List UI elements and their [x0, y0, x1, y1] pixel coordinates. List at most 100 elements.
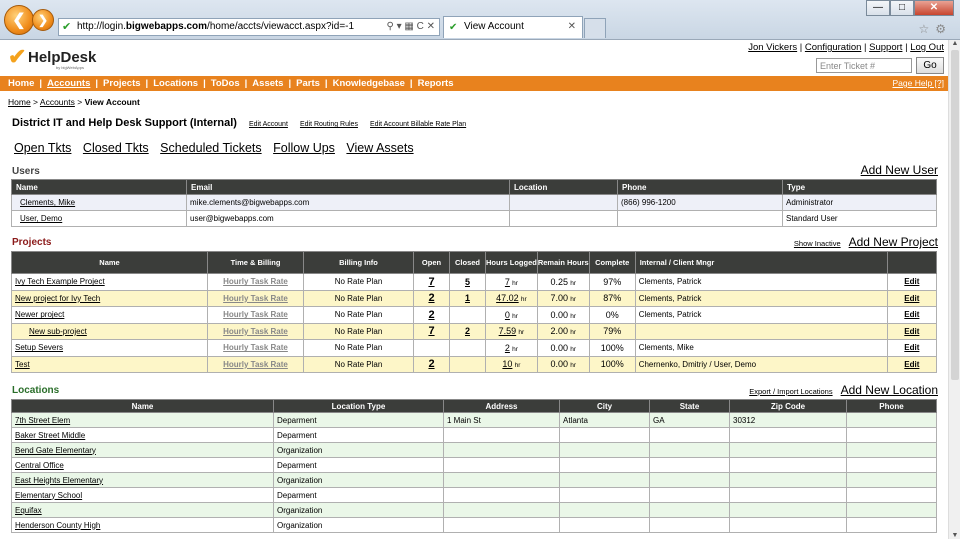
project-closed-cell	[449, 306, 486, 324]
open-tickets-link[interactable]: 7	[428, 325, 434, 337]
tab-open-tkts[interactable]: Open Tkts	[14, 141, 71, 155]
nav-home[interactable]: Home	[8, 78, 34, 89]
edit-project-link[interactable]: Edit	[904, 327, 919, 336]
nav-projects[interactable]: Projects	[103, 78, 141, 89]
new-tab-button[interactable]	[584, 18, 606, 38]
scroll-down-icon[interactable]: ▼	[949, 532, 960, 539]
close-window-button[interactable]: ✕	[914, 0, 954, 16]
open-tickets-link[interactable]: 2	[428, 358, 434, 370]
user-email: user@bigwebapps.com	[186, 210, 510, 227]
ticket-search-input[interactable]	[816, 58, 912, 73]
location-zip	[729, 517, 847, 533]
star-icon[interactable]: ☆	[918, 22, 935, 36]
location-zip	[729, 502, 847, 518]
tab-follow-ups[interactable]: Follow Ups	[273, 141, 335, 155]
location-name-link[interactable]: East Heights Elementary	[15, 476, 103, 485]
tab-closed-tkts[interactable]: Closed Tkts	[83, 141, 149, 155]
hourly-task-rate-link[interactable]: Hourly Task Rate	[223, 327, 288, 336]
address-bar[interactable]: ✔ http://login.bigwebapps.com/home/accts/…	[58, 18, 440, 36]
scroll-up-icon[interactable]: ▲	[949, 40, 960, 47]
location-name-link[interactable]: 7th Street Elem	[15, 416, 70, 425]
hours-logged-link[interactable]: 7	[505, 277, 510, 287]
tab-view-assets[interactable]: View Assets	[346, 141, 413, 155]
project-manager: Clements, Patrick	[634, 273, 888, 291]
hourly-task-rate-link[interactable]: Hourly Task Rate	[223, 294, 288, 303]
hourly-task-rate-link[interactable]: Hourly Task Rate	[223, 277, 288, 286]
hourly-task-rate-link[interactable]: Hourly Task Rate	[223, 310, 288, 319]
location-name-link[interactable]: Elementary School	[15, 491, 82, 500]
edit-routing-link[interactable]: Edit Routing Rules	[300, 121, 358, 128]
location-phone	[846, 472, 937, 488]
address-controls[interactable]: ⚲ ▾ ▦ C ✕	[386, 19, 435, 35]
go-button[interactable]: Go	[916, 57, 944, 74]
nav-todos[interactable]: ToDos	[211, 78, 240, 89]
minimize-button[interactable]: —	[866, 0, 890, 16]
hours-logged-link[interactable]: 7.59	[499, 326, 517, 336]
user-link[interactable]: Jon Vickers	[748, 42, 797, 53]
location-name-link[interactable]: Bend Gate Elementary	[15, 446, 96, 455]
project-manager: Clements, Patrick	[634, 306, 888, 324]
add-location-link[interactable]: Add New Location	[841, 383, 938, 397]
hours-logged-link[interactable]: 10	[502, 359, 512, 369]
hours-logged-link[interactable]: 2	[505, 343, 510, 353]
project-name-link[interactable]: Test	[15, 360, 30, 369]
closed-tickets-link[interactable]: 5	[465, 277, 470, 287]
breadcrumb-accounts[interactable]: Accounts	[40, 97, 75, 107]
user-name-link[interactable]: User, Demo	[20, 214, 62, 223]
nav-parts[interactable]: Parts	[296, 78, 320, 89]
open-tickets-link[interactable]: 2	[428, 309, 434, 321]
edit-project-link[interactable]: Edit	[904, 310, 919, 319]
closed-tickets-link[interactable]: 1	[465, 293, 470, 303]
location-name-link[interactable]: Henderson County High	[15, 521, 100, 530]
project-name-link[interactable]: New sub-project	[29, 327, 87, 336]
open-tickets-link[interactable]: 7	[428, 276, 434, 288]
nav-locations[interactable]: Locations	[153, 78, 198, 89]
gear-icon[interactable]: ⚙	[935, 22, 952, 36]
back-button[interactable]: ❮	[4, 5, 34, 35]
logout-link[interactable]: Log Out	[910, 42, 944, 53]
breadcrumb-home[interactable]: Home	[8, 97, 31, 107]
project-hours-logged: 7 hr	[485, 273, 538, 291]
support-link[interactable]: Support	[869, 42, 902, 53]
hourly-task-rate-link[interactable]: Hourly Task Rate	[223, 360, 288, 369]
edit-billable-link[interactable]: Edit Account Billable Rate Plan	[370, 121, 466, 128]
nav-reports[interactable]: Reports	[418, 78, 454, 89]
browser-tab[interactable]: ✔ View Account ✕	[443, 16, 583, 38]
show-inactive-link[interactable]: Show Inactive	[794, 239, 841, 248]
forward-button[interactable]: ❯	[32, 9, 54, 31]
hours-logged-link[interactable]: 0	[505, 310, 510, 320]
export-import-link[interactable]: Export / Import Locations	[749, 387, 832, 396]
project-name-link[interactable]: Ivy Tech Example Project	[15, 277, 105, 286]
nav-assets[interactable]: Assets	[252, 78, 283, 89]
edit-project-link[interactable]: Edit	[904, 360, 919, 369]
close-tab-icon[interactable]: ✕	[568, 17, 576, 37]
nav-knowledgebase[interactable]: Knowledgebase	[333, 78, 405, 89]
col-hours-logged: Hours Logged	[485, 251, 538, 274]
user-name-link[interactable]: Clements, Mike	[20, 198, 75, 207]
nav-accounts[interactable]: Accounts	[47, 78, 90, 89]
configuration-link[interactable]: Configuration	[805, 42, 862, 53]
hours-logged-link[interactable]: 47.02	[496, 293, 519, 303]
location-name-link[interactable]: Equifax	[15, 506, 42, 515]
project-name-link[interactable]: Newer project	[15, 310, 64, 319]
project-name-link[interactable]: New project for Ivy Tech	[15, 294, 100, 303]
edit-account-link[interactable]: Edit Account	[249, 121, 288, 128]
project-name-link[interactable]: Setup Severs	[15, 343, 63, 352]
closed-tickets-link[interactable]: 2	[465, 326, 470, 336]
location-name-cell: Equifax	[11, 502, 274, 518]
location-name-link[interactable]: Baker Street Middle	[15, 431, 85, 440]
page-help-link[interactable]: Page Help [?]	[892, 76, 944, 91]
maximize-button[interactable]: □	[890, 0, 914, 16]
browser-tools: ☆⚙	[918, 22, 952, 36]
add-user-link[interactable]: Add New User	[861, 163, 938, 177]
edit-project-link[interactable]: Edit	[904, 277, 919, 286]
open-tickets-link[interactable]: 2	[428, 292, 434, 304]
edit-project-link[interactable]: Edit	[904, 343, 919, 352]
add-project-link[interactable]: Add New Project	[849, 235, 938, 249]
scroll-thumb[interactable]	[951, 50, 959, 380]
scrollbar[interactable]: ▲ ▼	[948, 40, 960, 539]
edit-project-link[interactable]: Edit	[904, 294, 919, 303]
location-name-link[interactable]: Central Office	[15, 461, 64, 470]
hourly-task-rate-link[interactable]: Hourly Task Rate	[223, 343, 288, 352]
tab-scheduled-tickets[interactable]: Scheduled Tickets	[160, 141, 261, 155]
